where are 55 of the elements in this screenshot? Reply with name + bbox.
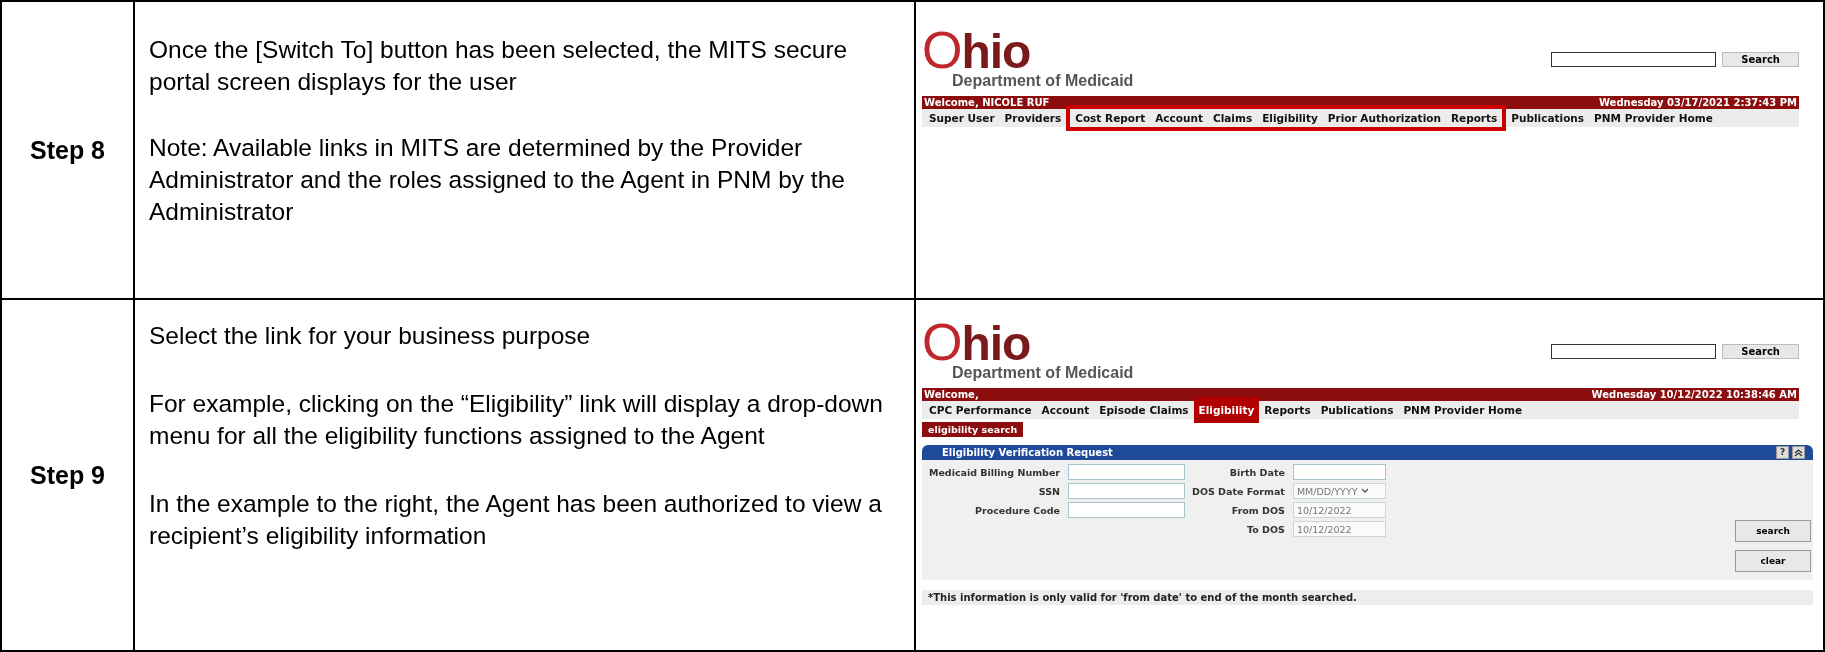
input-field[interactable]: [1068, 483, 1185, 499]
logo-subtitle: Department of Medicaid: [952, 72, 1134, 90]
menu-link[interactable]: Publications: [1315, 397, 1399, 423]
note-text: *This information is only valid for 'from date' to end of the month searched.: [922, 590, 1813, 605]
date-time: Wednesday 03/17/2021 2:37:43 PM: [1598, 97, 1797, 108]
field-label: From DOS: [1230, 504, 1285, 516]
step-label: Step 8: [30, 135, 105, 165]
menu-link[interactable]: Eligibility: [1193, 397, 1260, 423]
menu-link[interactable]: Claims: [1207, 105, 1258, 131]
select-field[interactable]: MM/DD/YYYY: [1292, 483, 1386, 499]
menu-link[interactable]: Eligibility: [1257, 105, 1323, 131]
field-label: To DOS: [1246, 523, 1285, 535]
menu-link[interactable]: Providers: [999, 105, 1067, 131]
menu-link[interactable]: Cost Report: [1066, 105, 1151, 131]
date-time: Wednesday 10/12/2022 10:38:46 AM: [1591, 389, 1797, 400]
input-field[interactable]: [1068, 502, 1185, 518]
field-label: Birth Date: [1228, 466, 1285, 478]
step-label: Step 9: [30, 460, 105, 490]
field-label: DOS Date Format: [1192, 485, 1285, 497]
panel-title: Eligibility Verification Request: [942, 447, 1113, 458]
submenu-link[interactable]: eligibility search: [922, 422, 1024, 437]
menu-link[interactable]: Account: [1150, 105, 1208, 131]
help-icon[interactable]: ?: [1776, 446, 1789, 459]
logo-wordmark: Ohio: [922, 322, 1031, 364]
input-field[interactable]: [1068, 464, 1185, 480]
instruction-text: Select the link for your business purpose: [149, 321, 592, 351]
menu-link[interactable]: Reports: [1445, 105, 1507, 131]
field-label: Procedure Code: [974, 504, 1060, 516]
instruction-text: Once the [Switch To] button has been selected, the MITS secure portal screen displays for the user: [149, 35, 849, 97]
search-field[interactable]: [1551, 344, 1717, 359]
instruction-text: For example, clicking on the “Eligibility” link will display a drop-down menu for all the eligibility functions assigned to the Agent: [149, 389, 884, 451]
welcome-text: Welcome, NICOLE RUF: [924, 97, 1050, 108]
instruction-text: Note: Available links in MITS are determined by the Provider Administrator and the roles assigned to the Agent in PNM by the Administrator: [149, 133, 846, 227]
menu-link[interactable]: Episode Claims: [1094, 397, 1194, 423]
menu-link[interactable]: PNM Provider Home: [1398, 397, 1528, 423]
welcome-text: Welcome,: [924, 389, 979, 400]
menu-link[interactable]: Reports: [1259, 397, 1316, 423]
search-button[interactable]: Search: [1722, 344, 1799, 359]
collapse-icon[interactable]: [1792, 446, 1805, 459]
menu-link[interactable]: Publications: [1506, 105, 1590, 131]
field-label: SSN: [1037, 485, 1060, 497]
menu-link[interactable]: Account: [1036, 397, 1095, 423]
menu-link[interactable]: Prior Authorization: [1322, 105, 1446, 131]
chevron-icon: [1360, 488, 1369, 494]
logo-subtitle: Department of Medicaid: [952, 364, 1134, 382]
logo-wordmark: Ohio: [922, 30, 1031, 72]
input-field[interactable]: [1292, 464, 1386, 480]
input-field[interactable]: 10/12/2022: [1292, 521, 1386, 537]
field-label: Medicaid Billing Number: [927, 466, 1060, 478]
input-field[interactable]: 10/12/2022: [1292, 502, 1386, 518]
instruction-text: In the example to the right, the Agent has been authorized to view a recipient’s eligibility information: [149, 489, 883, 551]
clear-button[interactable]: clear: [1735, 550, 1811, 572]
search-button[interactable]: Search: [1722, 52, 1799, 67]
search-field[interactable]: [1551, 52, 1717, 67]
search-button[interactable]: search: [1735, 520, 1811, 542]
